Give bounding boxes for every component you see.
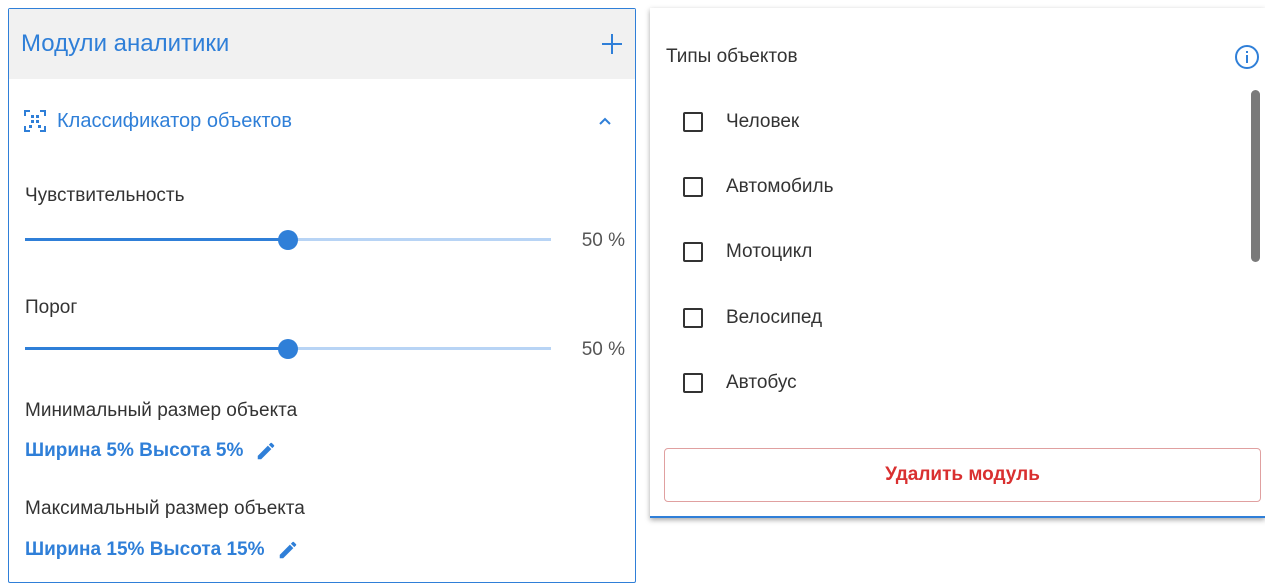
type-item-bicycle[interactable]: Велосипед (683, 307, 822, 329)
max-size-value: Ширина 15% Высота 15% (25, 539, 265, 560)
analytics-modules-panel: Модули аналитики Классификатор объектов (8, 8, 636, 583)
delete-module-button[interactable]: Удалить модуль (664, 448, 1261, 502)
type-label: Мотоцикл (726, 241, 813, 262)
type-item-car[interactable]: Автомобиль (683, 176, 834, 198)
max-size-label: Максимальный размер объекта (25, 498, 305, 519)
type-label: Автомобиль (726, 176, 834, 197)
module-name: Классификатор объектов (57, 109, 293, 132)
list-scrollbar[interactable] (1251, 90, 1260, 262)
type-label: Автобус (726, 372, 797, 393)
sensitivity-slider[interactable] (25, 230, 551, 250)
checkbox[interactable] (683, 177, 703, 197)
type-item-bus[interactable]: Автобус (683, 372, 797, 394)
slider-fill (25, 347, 288, 350)
panel-title: Модули аналитики (21, 30, 230, 57)
checkbox[interactable] (683, 373, 703, 393)
type-item-person[interactable]: Человек (683, 111, 799, 133)
checkbox[interactable] (683, 242, 703, 262)
type-label: Человек (726, 111, 800, 132)
object-types-panel: Типы объектов Человек Автомобиль Мотоцик… (650, 8, 1265, 518)
chevron-up-icon[interactable] (595, 111, 615, 131)
slider-thumb[interactable] (278, 230, 298, 250)
add-module-button[interactable] (599, 31, 625, 57)
min-size-value: Ширина 5% Высота 5% (25, 440, 244, 461)
checkbox[interactable] (683, 112, 703, 132)
type-label: Велосипед (726, 307, 823, 328)
threshold-slider[interactable] (25, 339, 551, 359)
threshold-value: 50 % (581, 339, 625, 360)
module-header-left: Классификатор объектов (23, 109, 292, 133)
slider-fill (25, 238, 288, 241)
sensitivity-label: Чувствительность (25, 185, 185, 206)
pencil-icon (258, 442, 275, 460)
min-size-label: Минимальный размер объекта (25, 400, 298, 421)
checkbox[interactable] (683, 308, 703, 328)
type-item-motorcycle[interactable]: Мотоцикл (683, 241, 812, 263)
info-icon[interactable] (1234, 44, 1260, 70)
module-header-classifier[interactable]: Классификатор объектов (9, 79, 635, 163)
min-size-edit-link[interactable]: Ширина 5% Высота 5% (25, 440, 277, 462)
sensitivity-value: 50 % (581, 230, 625, 251)
panel-header: Модули аналитики (9, 9, 635, 79)
object-types-title: Типы объектов (666, 46, 798, 67)
object-scan-icon (24, 110, 46, 132)
pencil-icon (279, 541, 296, 559)
max-size-edit-link[interactable]: Ширина 15% Высота 15% (25, 539, 299, 561)
threshold-label: Порог (25, 297, 78, 318)
slider-thumb[interactable] (278, 339, 298, 359)
